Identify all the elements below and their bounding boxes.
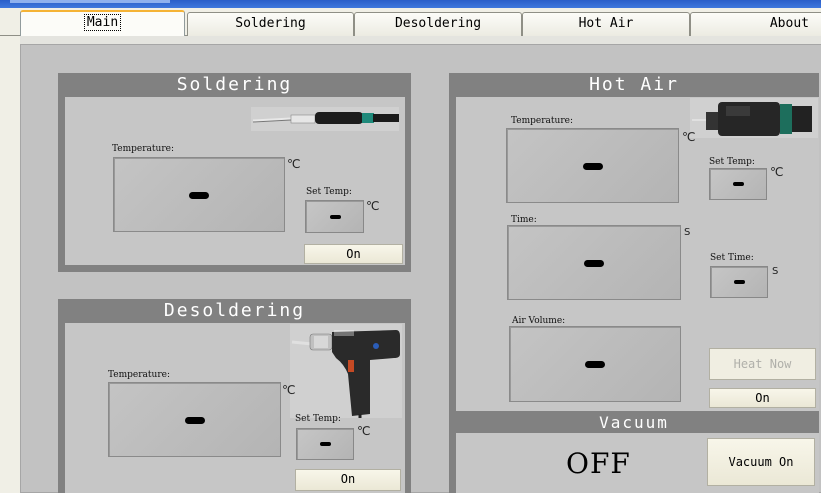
tab-main[interactable]: Main (20, 10, 185, 37)
soldering-temperature-unit: ℃ (287, 157, 301, 171)
hot-air-time-label: Time: (511, 215, 537, 225)
soldering-temperature-label: Temperature: (112, 144, 174, 154)
tab-hot-air-label: Hot Air (578, 16, 634, 31)
hot-air-temperature-unit: ℃ (682, 130, 696, 144)
soldering-temperature-value (189, 191, 209, 199)
hot-air-handle-icon (690, 98, 818, 138)
window-title-bar (0, 0, 821, 8)
desoldering-set-temp-unit: ℃ (357, 424, 371, 438)
desoldering-set-temp-display[interactable] (296, 428, 354, 460)
hot-air-set-temp-display[interactable] (709, 168, 767, 200)
hot-air-set-temp-label: Set Temp: (709, 157, 755, 167)
hot-air-temperature-label: Temperature: (511, 116, 573, 126)
tab-desoldering[interactable]: Desoldering (354, 12, 522, 36)
desoldering-temperature-label: Temperature: (108, 370, 170, 380)
heat-now-button[interactable]: Heat Now (709, 348, 816, 380)
hot-air-set-temp-unit: ℃ (770, 165, 784, 179)
vacuum-on-button[interactable]: Vacuum On (707, 438, 815, 486)
hot-air-air-volume-value (585, 361, 605, 368)
vacuum-title: Vacuum (599, 413, 669, 432)
hot-air-time-display (507, 225, 681, 300)
soldering-set-temp-display[interactable] (305, 200, 364, 233)
hot-air-temperature-display (506, 128, 679, 203)
hot-air-air-volume-display (509, 326, 681, 402)
hot-air-set-time-value (734, 280, 745, 284)
soldering-title: Soldering (176, 74, 293, 95)
hot-air-on-button[interactable]: On (709, 388, 816, 408)
tab-bar: Main Soldering Desoldering Hot Air About (0, 8, 821, 37)
hot-air-set-time-label: Set Time: (710, 253, 754, 263)
desoldering-temperature-display (108, 382, 281, 457)
hot-air-set-time-unit: S (772, 266, 779, 277)
hot-air-set-temp-value (733, 182, 744, 186)
tab-hot-air[interactable]: Hot Air (522, 12, 690, 36)
soldering-set-temp-value (329, 214, 341, 219)
tab-about[interactable]: About (690, 12, 821, 36)
hot-air-time-value (584, 259, 604, 267)
tab-soldering[interactable]: Soldering (187, 12, 354, 36)
desoldering-title: Desoldering (163, 300, 306, 321)
soldering-set-temp-unit: ℃ (366, 199, 380, 213)
desoldering-temperature-value (184, 416, 205, 424)
desoldering-temperature-unit: ℃ (282, 383, 296, 397)
tab-page-top-strip (20, 36, 821, 44)
hot-air-air-volume-label: Air Volume: (512, 316, 566, 326)
hot-air-title: Hot Air (589, 74, 679, 95)
hot-air-set-time-display[interactable] (710, 266, 768, 298)
desoldering-set-temp-label: Set Temp: (295, 414, 341, 424)
desoldering-gun-icon (290, 324, 402, 418)
desoldering-set-temp-value (320, 442, 331, 446)
tab-main-label: Main (83, 14, 122, 31)
hot-air-time-unit: S (684, 227, 691, 238)
soldering-on-button[interactable]: On (304, 244, 403, 264)
tab-about-label: About (769, 16, 809, 31)
soldering-temperature-display (113, 157, 285, 232)
vacuum-status: OFF (566, 447, 631, 480)
desoldering-on-button[interactable]: On (295, 469, 401, 491)
tab-soldering-label: Soldering (235, 16, 306, 31)
soldering-set-temp-label: Set Temp: (306, 187, 352, 197)
hot-air-temperature-value (582, 162, 603, 170)
tab-desoldering-label: Desoldering (394, 16, 482, 31)
soldering-iron-icon (251, 107, 399, 131)
